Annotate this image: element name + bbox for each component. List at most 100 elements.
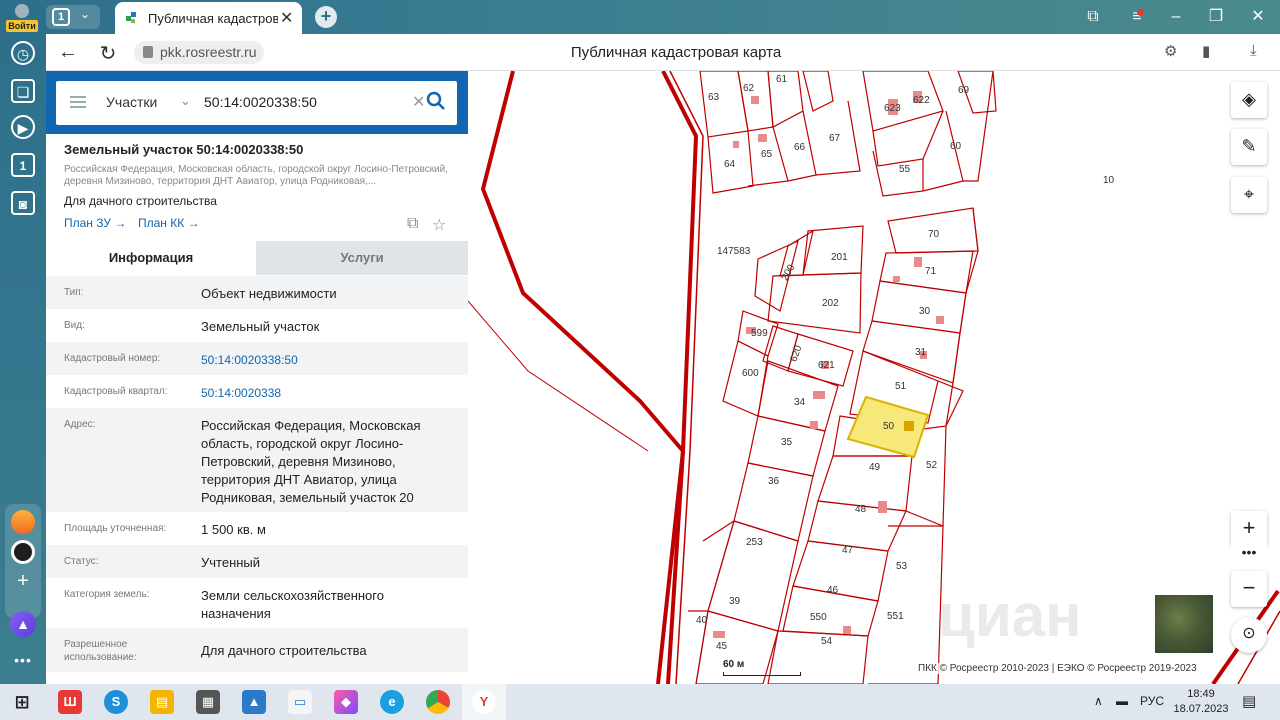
info-value: Российская Федерация, Московская область… xyxy=(201,418,421,505)
parcel-label: 34 xyxy=(794,397,806,408)
plan-zu-link[interactable]: План ЗУ → xyxy=(64,216,126,230)
parcel-label: 51 xyxy=(895,381,907,392)
app-icon-red[interactable]: Ш xyxy=(58,690,82,714)
app-icon-gradient[interactable]: ◆ xyxy=(334,690,358,714)
skype-icon[interactable]: S xyxy=(104,690,128,714)
tab-services[interactable]: Услуги xyxy=(256,241,468,275)
info-key: Тип: xyxy=(64,287,84,298)
info-table: Тип: Объект недвижимости Вид: Земельный … xyxy=(46,276,468,672)
selected-building xyxy=(904,421,914,431)
chrome-icon[interactable] xyxy=(426,690,450,714)
info-value: Земельный участок xyxy=(201,319,320,334)
locate-on-map-icon[interactable]: ⧉ xyxy=(407,215,418,233)
file-explorer-icon[interactable]: ▤ xyxy=(150,690,174,714)
assistant-icon[interactable]: ▲ xyxy=(10,611,36,637)
screenshot-icon[interactable]: ◙ xyxy=(11,191,35,215)
parcel-label: 40 xyxy=(696,615,708,626)
chevron-down-icon[interactable]: ⌄ xyxy=(180,93,191,109)
address-bar: ← ↻ pkk.rosreestr.ru Публичная кадастров… xyxy=(46,34,1280,71)
zoom-in-button[interactable]: + xyxy=(1231,511,1267,547)
menu-icon[interactable]: ≡ xyxy=(1122,0,1152,34)
login-button[interactable]: Войти xyxy=(4,2,40,32)
info-value: Учтенный xyxy=(201,555,261,570)
minimize-icon[interactable]: – xyxy=(1161,0,1191,34)
close-tab-icon[interactable]: ✕ xyxy=(280,8,293,28)
parcel-label: 600 xyxy=(742,368,759,379)
download-icon[interactable]: ⤓ xyxy=(1250,42,1257,59)
edge-icon[interactable]: e xyxy=(380,690,404,714)
extension-icon[interactable]: ⚙ xyxy=(1164,42,1177,60)
url-field[interactable]: pkk.rosreestr.ru xyxy=(134,41,265,64)
info-key: Вид: xyxy=(64,320,85,331)
parcel-label: 52 xyxy=(926,460,938,471)
parcel-label: 53 xyxy=(896,561,908,572)
browser-tab[interactable]: Публичная кадастровая ✕ xyxy=(115,2,302,34)
network-icon[interactable]: ▬ xyxy=(1116,694,1128,708)
new-tab-button[interactable]: + xyxy=(315,6,337,28)
parcel-label: 622 xyxy=(913,95,930,106)
parcel-label: 253 xyxy=(746,537,763,548)
restore-icon[interactable]: ❐ xyxy=(1201,0,1231,34)
tab-info[interactable]: Информация xyxy=(46,241,256,275)
parcel-label: 47 xyxy=(842,545,854,556)
hamburger-icon[interactable] xyxy=(70,96,86,108)
search-input[interactable] xyxy=(204,89,402,115)
yandex-browser-icon[interactable]: Y xyxy=(472,690,496,714)
info-row: Кадастровый номер: 50:14:0020338:50 xyxy=(46,342,468,375)
parcel-label: 67 xyxy=(829,133,841,144)
parcel-label: 66 xyxy=(794,142,806,153)
more-icon[interactable]: ••• xyxy=(11,649,35,673)
tab-switcher-button[interactable]: 1 ⌄ xyxy=(46,5,100,29)
compass-icon[interactable]: ⊙ xyxy=(1231,617,1267,653)
add-app-icon[interactable]: + xyxy=(11,570,35,594)
parcel-label: 50 xyxy=(883,421,895,432)
tabs-counter-icon[interactable]: 1 xyxy=(11,153,35,177)
calculator-icon[interactable]: ▦ xyxy=(196,690,220,714)
info-value: Земли сельскохозяйственного назначения xyxy=(201,588,384,621)
object-purpose: Для дачного строительства xyxy=(64,194,217,208)
parcel-label: 623 xyxy=(884,103,901,114)
language-indicator[interactable]: РУС xyxy=(1140,694,1164,708)
collections-sidebar-icon[interactable]: ❏ xyxy=(11,79,35,103)
plan-kk-link[interactable]: План КК → xyxy=(138,216,200,230)
close-window-icon[interactable]: ✕ xyxy=(1243,0,1273,34)
photos-icon[interactable]: ▲ xyxy=(242,690,266,714)
cadastral-map[interactable]: 63 62 61 623 622 69 64 65 66 67 55 60 10… xyxy=(468,71,1280,684)
search-icon[interactable] xyxy=(424,89,448,113)
cadastral-quarter-link[interactable]: 50:14:0020338 xyxy=(201,384,456,402)
info-row: Тип: Объект недвижимости xyxy=(46,276,468,309)
alice-app-icon[interactable] xyxy=(11,540,35,564)
cian-watermark: циан xyxy=(938,582,1082,649)
map-canvas[interactable]: 63 62 61 623 622 69 64 65 66 67 55 60 10… xyxy=(468,71,1280,684)
layers-icon[interactable]: ◈ xyxy=(1231,82,1267,118)
more-options-icon[interactable]: ••• xyxy=(1231,543,1267,571)
parcel-label: 550 xyxy=(810,612,827,623)
clock[interactable]: 18:49 18.07.2023 xyxy=(1170,687,1232,717)
bookmark-icon[interactable]: ▮ xyxy=(1202,42,1210,60)
ruler-icon[interactable]: ✎ xyxy=(1231,129,1267,165)
favorite-star-icon[interactable]: ☆ xyxy=(432,215,446,235)
play-icon[interactable]: ▶ xyxy=(11,115,35,139)
info-row: Разрешенное использование: Для дачного с… xyxy=(46,628,468,672)
zoom-out-button[interactable]: − xyxy=(1231,571,1267,607)
notifications-icon[interactable]: ▤ xyxy=(1242,692,1256,710)
cadastral-number-link[interactable]: 50:14:0020338:50 xyxy=(201,351,456,369)
mail-app-icon[interactable] xyxy=(11,510,35,534)
parcel-label: 60 xyxy=(950,141,962,152)
document-icon[interactable]: ▭ xyxy=(288,690,312,714)
windows-start-icon[interactable]: ⊞ xyxy=(10,690,34,714)
clock-time: 18:49 xyxy=(1187,688,1215,700)
back-arrow-icon[interactable]: ← xyxy=(56,41,80,64)
info-key: Разрешенное использование: xyxy=(64,639,137,663)
reload-icon[interactable]: ↻ xyxy=(96,41,120,66)
tray-chevron-icon[interactable]: ∧ xyxy=(1094,694,1103,708)
collections-icon[interactable]: ⧉ xyxy=(1078,0,1108,34)
parcel-label: 48 xyxy=(855,504,867,515)
parcel-label: 599 xyxy=(751,328,768,339)
info-tabs: Информация Услуги xyxy=(46,241,468,275)
history-icon[interactable]: ◷ xyxy=(11,41,35,65)
locate-icon[interactable]: ⌖ xyxy=(1231,177,1267,213)
search-type-select[interactable]: Участки xyxy=(106,94,157,110)
satellite-layer-thumbnail[interactable] xyxy=(1154,594,1214,654)
scale-label: 60 м xyxy=(723,659,745,670)
